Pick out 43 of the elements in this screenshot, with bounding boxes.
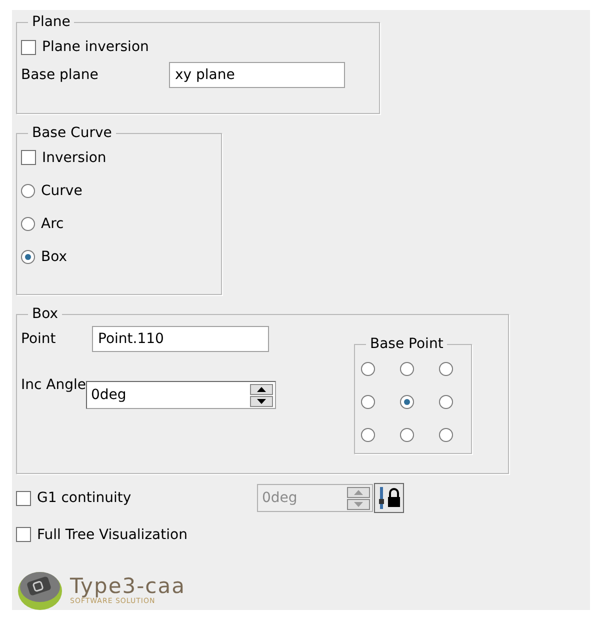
logo-name: Type3-caa xyxy=(70,576,186,596)
logo-icon xyxy=(16,569,64,611)
checkbox-label: Plane inversion xyxy=(42,39,149,55)
up-arrow-icon xyxy=(257,386,266,392)
radio-button[interactable] xyxy=(439,362,453,376)
field-label: Point xyxy=(21,331,57,347)
field-label: Base plane xyxy=(21,67,100,83)
radio-button[interactable] xyxy=(21,216,35,230)
radio-button[interactable] xyxy=(361,395,375,409)
field-value: 0deg xyxy=(91,387,126,403)
spin-up-button[interactable] xyxy=(250,384,273,394)
radio-button[interactable] xyxy=(439,395,453,409)
up-arrow-icon xyxy=(354,490,363,494)
radio-button[interactable] xyxy=(21,184,35,198)
radio-button[interactable] xyxy=(400,395,414,409)
radio-label: Box xyxy=(41,248,68,264)
checkbox[interactable] xyxy=(16,527,31,542)
lock-button[interactable] xyxy=(374,483,404,513)
checkbox-label: Inversion xyxy=(42,150,106,166)
radio-button[interactable] xyxy=(361,362,375,376)
group-title: Base Point xyxy=(369,336,444,352)
field-value: 0deg xyxy=(262,490,298,506)
down-arrow-icon xyxy=(354,502,363,506)
radio-button[interactable] xyxy=(439,428,453,442)
group-title: Box xyxy=(31,306,60,322)
group-title: Base Curve xyxy=(31,125,113,141)
checkbox[interactable] xyxy=(21,40,36,54)
group-title: Plane xyxy=(31,14,72,30)
field-label: Inc Angle xyxy=(21,377,86,393)
input-field[interactable]: Point.110 xyxy=(92,326,269,352)
radio-label: Arc xyxy=(41,216,64,232)
radio-button[interactable] xyxy=(400,428,414,442)
down-arrow-icon xyxy=(257,398,266,404)
radio-button[interactable] xyxy=(21,250,35,264)
radio-label: Curve xyxy=(41,182,82,198)
radio-button[interactable] xyxy=(361,428,375,442)
checkbox-label: G1 continuity xyxy=(37,490,132,506)
checkbox-label: Full Tree Visualization xyxy=(37,526,188,542)
checkbox[interactable] xyxy=(21,150,36,165)
radio-button[interactable] xyxy=(400,362,414,376)
input-field[interactable]: xy plane xyxy=(169,62,345,88)
spin-field[interactable]: 0deg xyxy=(86,381,276,409)
spin-down-button[interactable] xyxy=(250,396,273,406)
